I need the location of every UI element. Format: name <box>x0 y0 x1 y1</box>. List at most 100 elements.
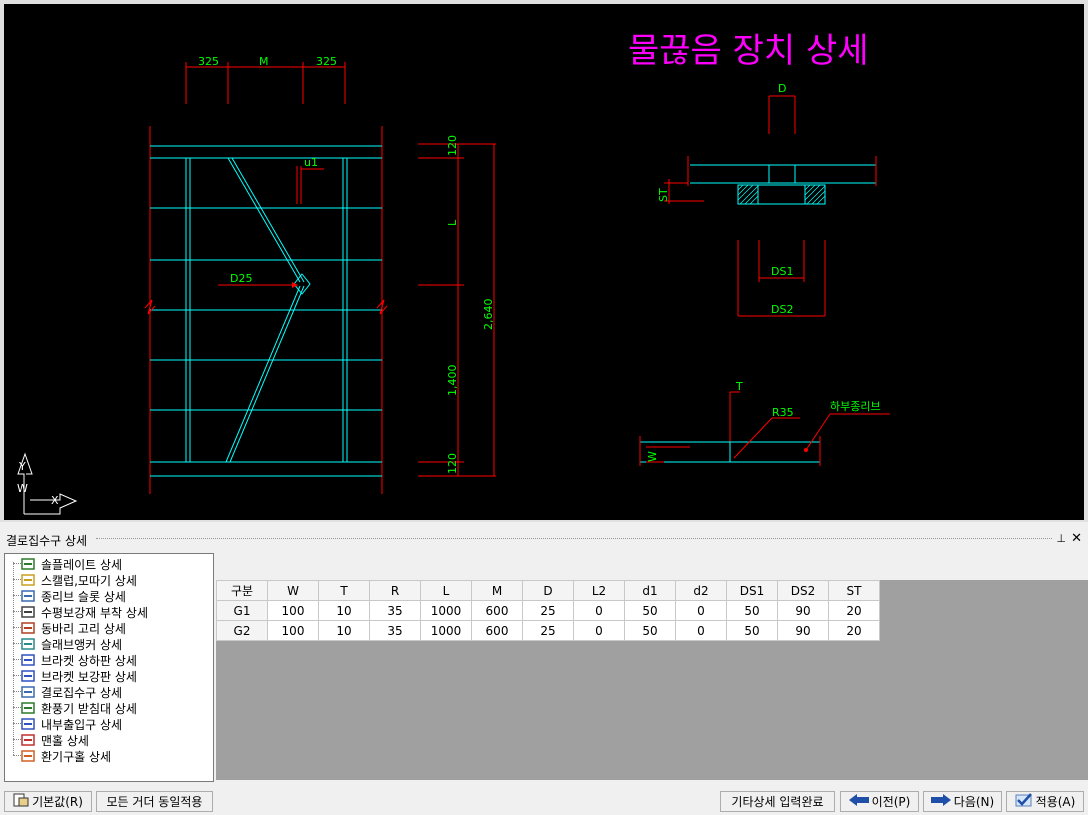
table-cell[interactable]: 90 <box>777 620 829 641</box>
column-header[interactable]: T <box>318 580 370 601</box>
prev-button[interactable]: 이전(P) <box>840 791 919 812</box>
table-cell[interactable]: 25 <box>522 600 574 621</box>
tree-item-13[interactable]: 환기구홀 상세 <box>13 748 111 764</box>
table-cell[interactable]: 1000 <box>420 620 472 641</box>
table-cell[interactable]: 600 <box>471 600 523 621</box>
cad-viewport[interactable]: 물끊음 장치 상세 325 M 325 u1 D25 120 L 2,640 1… <box>0 0 1088 522</box>
parameter-table[interactable]: 구분 W T R L M D L2 d1 d2 DS1 DS2 ST G1 100 10 35 1000 600 2… <box>216 580 880 641</box>
table-cell[interactable]: 90 <box>777 600 829 621</box>
tree-item-5[interactable]: 동바리 고리 상세 <box>13 620 126 636</box>
other-detail-done-button[interactable]: 기타상세 입력완료 <box>720 791 835 812</box>
detail-tree[interactable]: 솔플레이트 상세 스캘럽,모따기 상세 종리브 슬롯 상세 수평보강재 부착 상세 동바… <box>4 553 214 782</box>
tree-connector <box>13 723 21 724</box>
row-header[interactable]: G2 <box>216 620 268 641</box>
table-cell[interactable]: 20 <box>828 600 880 621</box>
default-icon <box>13 793 29 810</box>
axis-w-label: W <box>17 482 28 495</box>
apply-button[interactable]: 적용(A) <box>1006 791 1084 812</box>
table-cell[interactable]: 0 <box>573 600 625 621</box>
drawing-canvas[interactable]: 물끊음 장치 상세 325 M 325 u1 D25 120 L 2,640 1… <box>4 4 1084 520</box>
table-cell[interactable]: 10 <box>318 600 370 621</box>
close-icon[interactable]: ✕ <box>1071 531 1082 546</box>
table-cell[interactable]: 600 <box>471 620 523 641</box>
tree-item-12[interactable]: 맨홀 상세 <box>13 732 89 748</box>
pin-icon[interactable]: ⊥ <box>1056 532 1066 545</box>
vertical-dimension: 120 L 2,640 1,400 120 <box>418 135 496 477</box>
next-button[interactable]: 다음(N) <box>923 791 1002 812</box>
fan-support-icon <box>21 701 35 715</box>
default-button-label: 기본값(R) <box>32 795 83 809</box>
dim-l: L <box>446 219 459 226</box>
column-header[interactable]: D <box>522 580 574 601</box>
table-cell[interactable]: 1000 <box>420 600 472 621</box>
tree-item-10[interactable]: 환풍기 받침대 상세 <box>13 700 137 716</box>
column-header[interactable]: R <box>369 580 421 601</box>
table-cell[interactable]: 50 <box>726 620 778 641</box>
row-header[interactable]: G1 <box>216 600 268 621</box>
axis-y-label: Y <box>18 460 26 473</box>
table-cell[interactable]: 0 <box>573 620 625 641</box>
title-grip <box>96 538 1052 539</box>
sole-plate-icon <box>21 557 35 571</box>
tree-item-4[interactable]: 수평보강재 부착 상세 <box>13 604 148 620</box>
tree-item-label: 맨홀 상세 <box>41 733 89 748</box>
table-cell[interactable]: 25 <box>522 620 574 641</box>
tree-item-label: 결로집수구 상세 <box>41 685 123 700</box>
column-header[interactable]: d1 <box>624 580 676 601</box>
tree-connector <box>13 579 21 580</box>
table-cell[interactable]: 100 <box>267 620 319 641</box>
arrow-left-icon <box>848 794 869 809</box>
table-cell[interactable]: 50 <box>624 600 676 621</box>
apply-all-girders-button[interactable]: 모든 거더 동일적용 <box>96 791 213 812</box>
other-done-label: 기타상세 입력완료 <box>731 795 824 809</box>
table-cell[interactable]: 50 <box>726 600 778 621</box>
rib-slot-icon <box>21 589 35 603</box>
tree-item-7[interactable]: 브라켓 상하판 상세 <box>13 652 137 668</box>
bracket-plate-icon <box>21 653 35 667</box>
table-cell[interactable]: 10 <box>318 620 370 641</box>
column-header[interactable]: W <box>267 580 319 601</box>
inner-door-icon <box>21 717 35 731</box>
dim-1400: 1,400 <box>446 365 459 397</box>
drawing-title: 물끊음 장치 상세 <box>628 31 869 71</box>
tree-connector <box>13 739 21 740</box>
tree-item-label: 수평보강재 부착 상세 <box>41 605 148 620</box>
drawing-svg: 물끊음 장치 상세 325 M 325 u1 D25 120 L 2,640 1… <box>17 31 890 515</box>
table-cell[interactable]: 0 <box>675 600 727 621</box>
tree-item-8[interactable]: 브라켓 보강판 상세 <box>13 668 137 684</box>
label-lower-rib: 하부종리브 <box>830 399 881 413</box>
table-cell[interactable]: 20 <box>828 620 880 641</box>
lower-detail: T W R35 하부종리브 <box>639 380 890 466</box>
panel-title: 결로집수구 상세 <box>6 534 88 548</box>
tree-item-1[interactable]: 솔플레이트 상세 <box>13 556 122 572</box>
scallop-icon <box>21 573 35 587</box>
tree-item-6[interactable]: 슬래브앵커 상세 <box>13 636 122 652</box>
tree-connector <box>13 595 21 596</box>
column-header[interactable]: 구분 <box>216 580 268 601</box>
table-cell[interactable]: 35 <box>369 600 421 621</box>
tree-item-3[interactable]: 종리브 슬롯 상세 <box>13 588 126 604</box>
column-header[interactable]: DS2 <box>777 580 829 601</box>
table-cell[interactable]: 50 <box>624 620 676 641</box>
column-header[interactable]: ST <box>828 580 880 601</box>
drain-icon <box>21 685 35 699</box>
table-cell[interactable]: 35 <box>369 620 421 641</box>
tree-item-9[interactable]: 결로집수구 상세 <box>13 684 123 700</box>
column-header[interactable]: L <box>420 580 472 601</box>
label-u1: u1 <box>304 156 318 169</box>
table-cell[interactable]: 100 <box>267 600 319 621</box>
tree-item-label: 내부출입구 상세 <box>41 717 123 732</box>
tree-connector <box>13 563 21 564</box>
table-header-row: 구분 W T R L M D L2 d1 d2 DS1 DS2 ST <box>216 580 880 601</box>
column-header[interactable]: M <box>471 580 523 601</box>
dim-120-top: 120 <box>446 135 459 156</box>
table-cell[interactable]: 0 <box>675 620 727 641</box>
column-header[interactable]: d2 <box>675 580 727 601</box>
tree-item-label: 종리브 슬롯 상세 <box>41 589 126 604</box>
tree-item-11[interactable]: 내부출입구 상세 <box>13 716 123 732</box>
column-header[interactable]: L2 <box>573 580 625 601</box>
column-header[interactable]: DS1 <box>726 580 778 601</box>
tree-item-2[interactable]: 스캘럽,모따기 상세 <box>13 572 137 588</box>
label-ds2: DS2 <box>771 303 793 316</box>
default-button[interactable]: 기본값(R) <box>4 791 92 812</box>
